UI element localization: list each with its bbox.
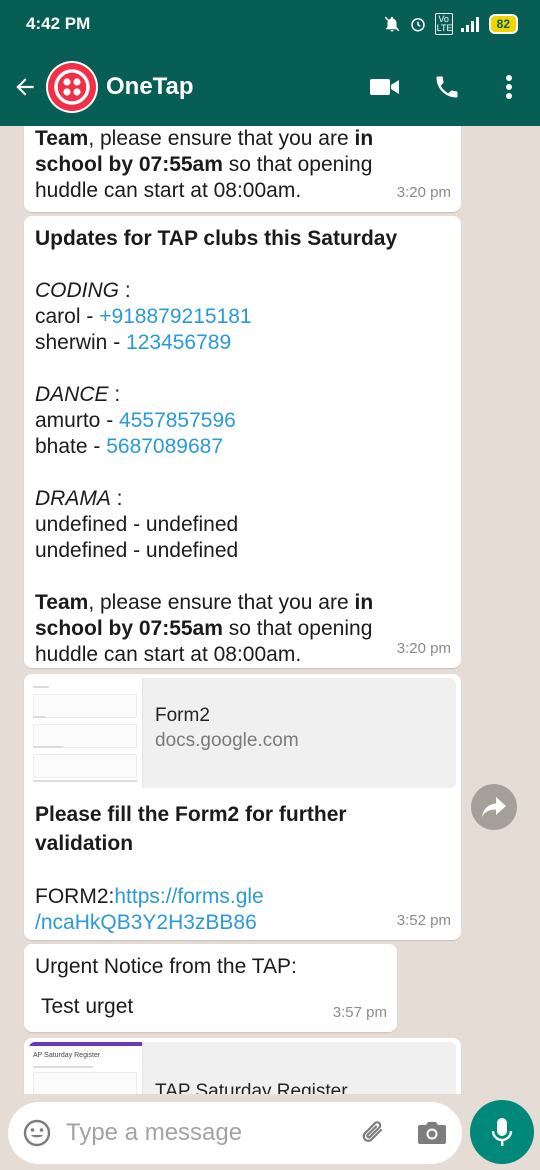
preview-domain: docs.google.com <box>155 730 299 751</box>
message-time: 3:20 pm <box>396 184 451 201</box>
twilio-logo-icon <box>48 63 96 111</box>
camera-button[interactable] <box>412 1113 452 1153</box>
message-time: 3:52 pm <box>396 912 451 929</box>
phone-icon <box>436 76 458 98</box>
form-link-cont[interactable]: /ncaHkQB3Y2H3zBB86 <box>35 911 257 934</box>
message-input[interactable] <box>66 1119 336 1147</box>
chat-title[interactable]: OneTap <box>106 73 194 101</box>
status-icons: Vo LTE 82 <box>383 13 518 35</box>
message-time: 3:20 pm <box>396 640 451 657</box>
message-title: Updates for TAP clubs this Saturday <box>35 227 398 250</box>
emoji-icon <box>23 1119 51 1147</box>
more-vert-icon <box>506 75 512 99</box>
paperclip-icon <box>362 1121 383 1142</box>
battery-indicator: 82 <box>488 14 518 34</box>
preview-thumbnail: AP Saturday Register <box>29 1042 143 1094</box>
signal-icon <box>460 17 479 32</box>
status-time: 4:42 PM <box>26 14 91 33</box>
club-drama: DRAMA : undefined - undefined undefined … <box>35 487 239 562</box>
link-preview[interactable]: Form2 docs.google.com <box>29 678 456 788</box>
message-bubble[interactable]: Updates for TAP clubs this Saturday CODI… <box>24 216 461 668</box>
preview-text: Form2 docs.google.com <box>143 678 299 788</box>
message-list[interactable]: Team, please ensure that you are in scho… <box>0 126 540 1094</box>
forward-icon <box>482 797 506 817</box>
message-bubble[interactable]: Urgent Notice from the TAP: Test urget 3… <box>24 944 397 1032</box>
voice-call-button[interactable] <box>416 48 478 126</box>
emoji-button[interactable] <box>22 1118 52 1148</box>
preview-text: TAP Saturday Register <box>143 1042 348 1094</box>
message-input-container <box>8 1102 462 1164</box>
message-title: Please fill the Form2 for further validat… <box>35 803 347 855</box>
phone-link[interactable]: 4557857596 <box>119 409 236 432</box>
back-button[interactable] <box>4 48 46 126</box>
preview-title: TAP Saturday Register <box>155 1081 348 1094</box>
attach-button[interactable] <box>354 1113 394 1153</box>
composer <box>0 1094 540 1170</box>
message-link-text: FORM2:https://forms.gle /ncaHkQB3Y2H3zBB… <box>35 885 264 934</box>
avatar[interactable] <box>46 61 98 113</box>
form-link[interactable]: https://forms.gle <box>114 885 263 908</box>
header-actions <box>354 48 540 126</box>
phone-link[interactable]: +918879215181 <box>99 305 251 328</box>
phone-link[interactable]: 123456789 <box>126 331 231 354</box>
club-coding: CODING : carol - +918879215181 sherwin -… <box>35 279 252 354</box>
alarm-icon <box>410 18 425 32</box>
status-bar: 4:42 PM Vo LTE 82 <box>0 0 540 48</box>
phone-link[interactable]: 5687089687 <box>106 435 223 458</box>
forward-button[interactable] <box>471 784 517 830</box>
more-options-button[interactable] <box>478 48 540 126</box>
back-arrow-icon <box>16 78 34 96</box>
message-time: 3:57 pm <box>332 1004 387 1021</box>
message-text: Team, please ensure that you are in scho… <box>35 127 374 202</box>
club-dance: DANCE : amurto - 4557857596 bhate - 5687… <box>35 383 236 458</box>
video-call-button[interactable] <box>354 48 416 126</box>
preview-title: Form2 <box>155 705 210 726</box>
network-label: Vo LTE <box>434 13 453 35</box>
microphone-icon <box>491 1118 513 1146</box>
chat-header: OneTap <box>0 48 540 126</box>
message-bubble[interactable]: Form2 docs.google.com Please fill the Fo… <box>24 674 461 940</box>
camera-icon <box>418 1122 446 1144</box>
message-footer-text: Team, please ensure that you are in scho… <box>35 591 374 666</box>
message-bubble[interactable]: Team, please ensure that you are in scho… <box>24 126 461 212</box>
mute-notification-icon <box>384 16 399 32</box>
voice-record-button[interactable] <box>470 1100 534 1164</box>
message-bubble[interactable]: AP Saturday Register TAP Saturday Regist… <box>24 1038 461 1094</box>
video-call-icon <box>370 79 399 95</box>
preview-thumbnail <box>29 678 143 788</box>
link-preview[interactable]: AP Saturday Register TAP Saturday Regist… <box>29 1042 456 1094</box>
